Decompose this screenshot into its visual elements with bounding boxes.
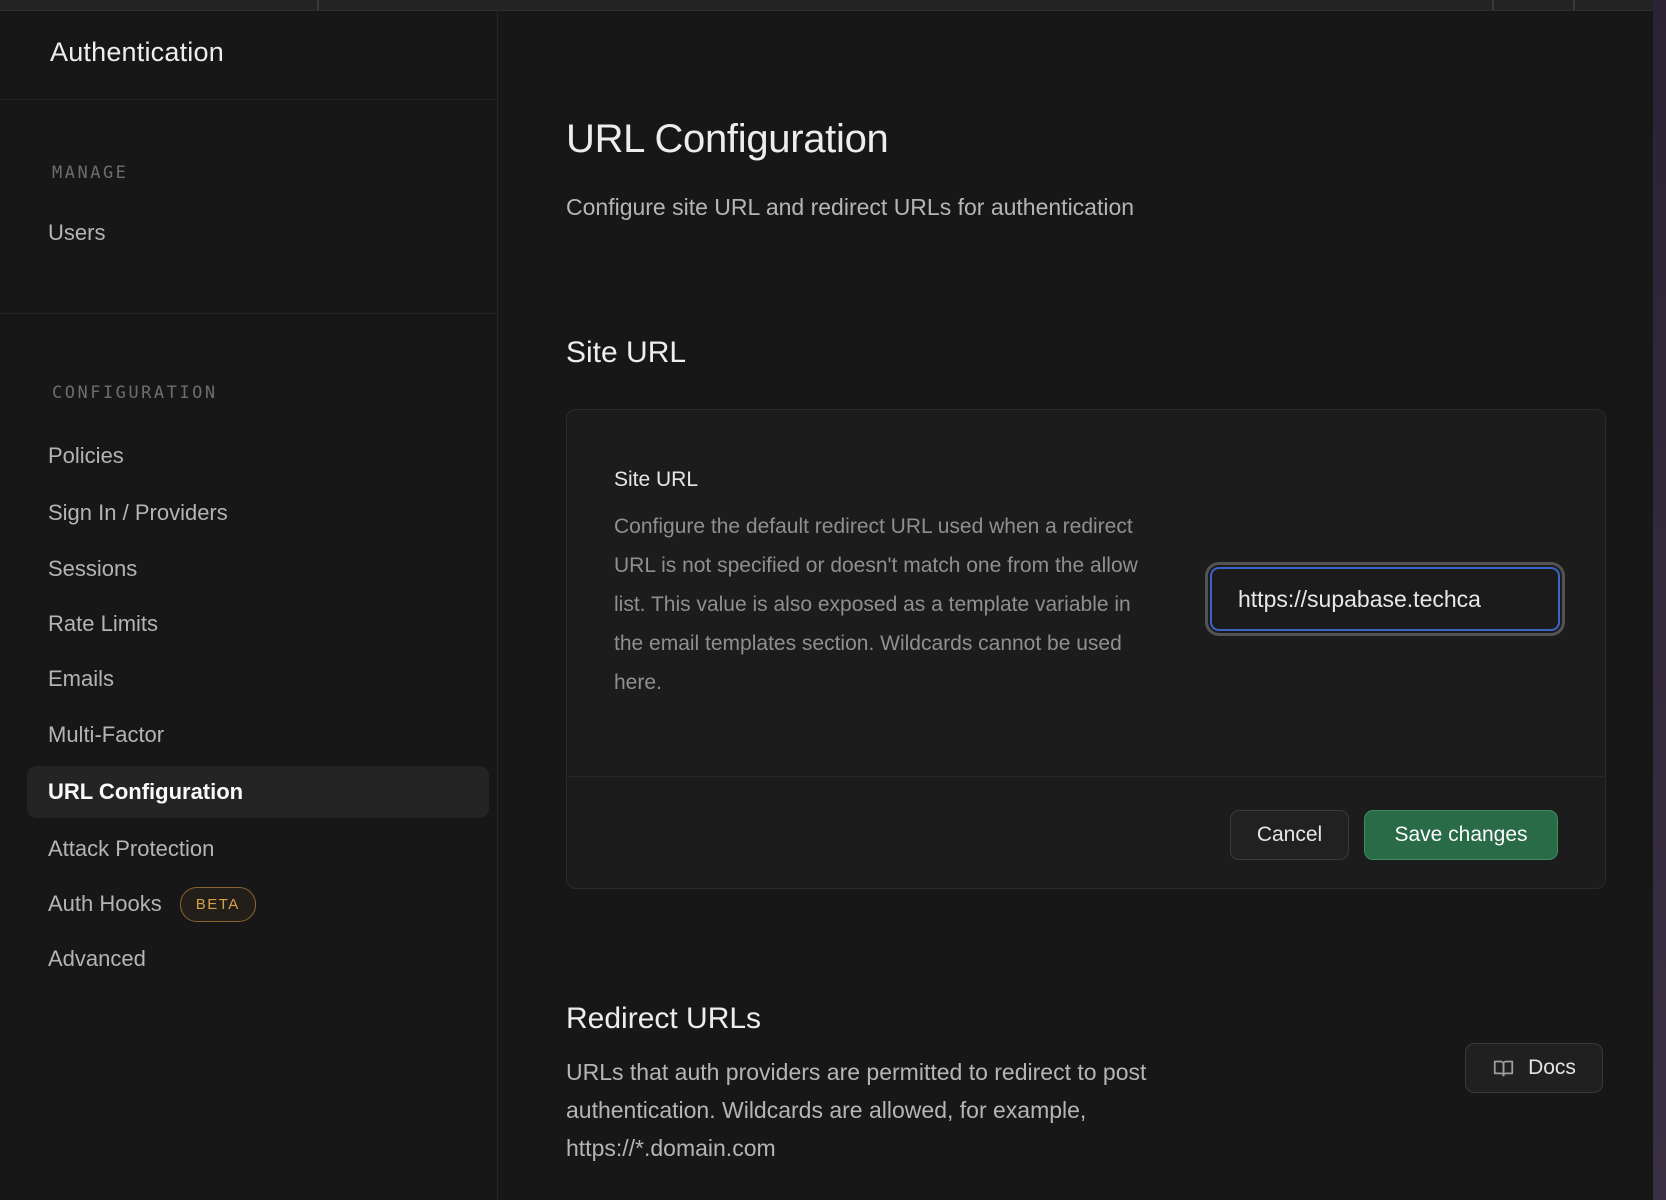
sidebar-divider — [0, 313, 497, 314]
sidebar-item-label: Sessions — [48, 556, 137, 582]
sidebar-item-auth-hooks[interactable]: Auth Hooks BETA — [27, 878, 489, 930]
redirect-urls-section-heading: Redirect URLs — [566, 1002, 761, 1036]
sidebar-item-label: Advanced — [48, 946, 146, 972]
sidebar-item-policies[interactable]: Policies — [27, 430, 489, 482]
sidebar-title: Authentication — [50, 37, 224, 68]
save-changes-button[interactable]: Save changes — [1364, 810, 1558, 860]
sidebar-item-label: URL Configuration — [48, 779, 243, 805]
beta-badge: BETA — [180, 887, 256, 922]
redirect-urls-description: URLs that auth providers are permitted t… — [566, 1053, 1266, 1167]
sidebar-item-label: Policies — [48, 443, 124, 469]
card-footer-divider — [567, 776, 1605, 777]
sidebar-item-label: Emails — [48, 666, 114, 692]
auth-sidebar: Authentication MANAGE Users CONFIGURATIO… — [0, 11, 498, 1200]
sidebar-item-url-configuration[interactable]: URL Configuration — [27, 766, 489, 818]
site-url-field-description: Configure the default redirect URL used … — [614, 507, 1144, 702]
sidebar-item-label: Sign In / Providers — [48, 500, 228, 526]
sidebar-item-label: Multi-Factor — [48, 722, 164, 748]
docs-button[interactable]: Docs — [1465, 1043, 1603, 1093]
sidebar-item-label: Auth Hooks — [48, 891, 162, 917]
sidebar-item-emails[interactable]: Emails — [27, 653, 489, 705]
tab-divider — [1492, 0, 1494, 10]
site-url-section-heading: Site URL — [566, 336, 686, 370]
docs-button-label: Docs — [1528, 1056, 1576, 1080]
browser-tab-strip — [0, 0, 1666, 11]
sidebar-section-label-configuration: CONFIGURATION — [52, 383, 218, 403]
sidebar-item-label: Users — [48, 220, 105, 246]
sidebar-item-label: Attack Protection — [48, 836, 214, 862]
sidebar-item-multi-factor[interactable]: Multi-Factor — [27, 709, 489, 761]
sidebar-item-sessions[interactable]: Sessions — [27, 543, 489, 595]
sidebar-divider — [0, 99, 497, 100]
cancel-button[interactable]: Cancel — [1230, 810, 1349, 860]
tab-divider — [317, 0, 319, 10]
page-subtitle: Configure site URL and redirect URLs for… — [566, 194, 1134, 221]
sidebar-item-advanced[interactable]: Advanced — [27, 933, 489, 985]
sidebar-item-attack-protection[interactable]: Attack Protection — [27, 823, 489, 875]
sidebar-item-rate-limits[interactable]: Rate Limits — [27, 598, 489, 650]
app-window: Authentication MANAGE Users CONFIGURATIO… — [0, 0, 1666, 1200]
page-title: URL Configuration — [566, 117, 888, 162]
main-content: URL Configuration Configure site URL and… — [498, 11, 1653, 1200]
site-url-field-label: Site URL — [614, 468, 698, 492]
sidebar-item-users[interactable]: Users — [27, 207, 489, 259]
sidebar-item-label: Rate Limits — [48, 611, 158, 637]
site-url-input[interactable] — [1210, 567, 1560, 631]
sidebar-item-sign-in-providers[interactable]: Sign In / Providers — [27, 487, 489, 539]
book-open-icon — [1492, 1058, 1515, 1079]
tab-divider — [1573, 0, 1575, 10]
window-edge-accent — [1653, 0, 1666, 1200]
site-url-card: Site URL Configure the default redirect … — [566, 409, 1606, 889]
sidebar-section-label-manage: MANAGE — [52, 163, 128, 183]
